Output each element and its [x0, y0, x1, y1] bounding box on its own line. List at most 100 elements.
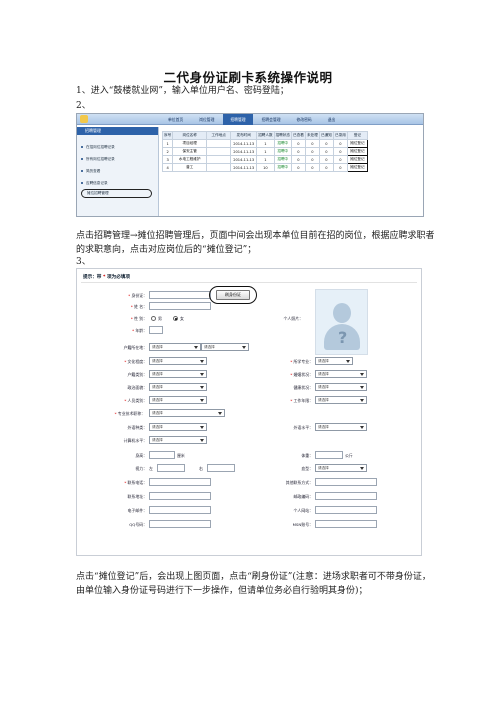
cell: 1: [256, 155, 275, 164]
foreign-level-select[interactable]: 请选择: [315, 423, 367, 431]
cell: 0: [318, 139, 334, 148]
computer-level-label: 计算机水平：: [123, 438, 147, 443]
hukou-city-select[interactable]: 请选择: [201, 343, 249, 351]
booth-registration-form-screenshot: 提示：带 * 项为必填项 身份证： 刷身份证 姓 名： 性 别： 男 女 年龄：…: [76, 268, 422, 556]
sidebar-item-resume-view[interactable]: 简历查看: [77, 165, 158, 177]
cell: 1: [161, 139, 174, 148]
col-status: 招聘状态: [273, 131, 292, 140]
table-row: 4 普工 2014-11-13 10 招聘中 0 0 0 0 摊位登记: [161, 163, 368, 172]
health-select[interactable]: 请选择: [315, 383, 367, 391]
work-years-select[interactable]: 请选择: [315, 396, 367, 404]
col-location: 工作地点: [206, 131, 232, 140]
cell: 2014-11-13: [230, 139, 258, 148]
nav-job-management[interactable]: 岗位管理: [192, 114, 221, 125]
work-years-label: 工作年限：: [265, 398, 313, 404]
marital-select[interactable]: 请选择: [315, 370, 367, 378]
homepage-input[interactable]: [315, 506, 377, 514]
political-label: 政治面貌：: [127, 385, 147, 390]
gender-male-label: 男: [158, 316, 162, 321]
table-header-row: 序号 岗位名称 工作地点 发布时间 招聘人数 招聘状态 已查看 未处理 已通知 …: [161, 131, 368, 140]
cell: 0: [304, 139, 320, 148]
foreign-language-select[interactable]: 请选择: [149, 423, 207, 431]
tech-title-select[interactable]: 请选择: [149, 409, 225, 417]
gender-female-radio[interactable]: [173, 316, 178, 321]
height-label: 身高：: [135, 453, 147, 458]
col-job-name: 岗位名称: [172, 131, 208, 140]
cell: 0: [304, 155, 320, 164]
msn-label: MSN账号：: [292, 522, 313, 527]
political-select[interactable]: 请选择: [149, 383, 207, 391]
health-label: 健康状况：: [293, 385, 313, 390]
cell: 4: [161, 163, 174, 172]
weight-input[interactable]: [315, 451, 343, 459]
postcode-label: 邮政编码：: [293, 494, 313, 499]
hukou-type-label: 户籍类别：: [127, 372, 147, 377]
recruitment-management-screenshot: 单位首页 岗位管理 招聘管理 招聘会管理 修改密码 退出 招聘管理 在招岗位招聘…: [76, 113, 424, 217]
col-hired: 已录用: [332, 131, 348, 140]
major-select[interactable]: 请选择: [315, 357, 353, 365]
height-input[interactable]: [149, 451, 175, 459]
education-select[interactable]: 请选择: [149, 357, 207, 365]
right-vision-input[interactable]: [207, 464, 235, 472]
name-input[interactable]: [149, 302, 211, 310]
gender-male-radio[interactable]: [151, 316, 156, 321]
blood-type-label: 血型：: [301, 466, 313, 471]
booth-register-link[interactable]: 摊位登记: [346, 147, 368, 156]
status-cell: 招聘中: [273, 163, 292, 172]
sidebar-item-booth-recruitment[interactable]: 摊位招聘管理: [81, 189, 152, 198]
nav-recruitment-management[interactable]: 招聘管理: [223, 114, 253, 125]
booth-register-link[interactable]: 摊位登记: [346, 163, 368, 172]
hukou-type-select[interactable]: 请选择: [149, 370, 207, 378]
computer-level-select[interactable]: 请选择: [149, 436, 207, 444]
sidebar-item-all-jobs[interactable]: 所有岗位招聘记录: [77, 153, 158, 165]
sidebar-item-current-jobs[interactable]: 在招岗位招聘记录: [77, 141, 158, 153]
cell: 普工: [172, 163, 208, 172]
nav-unit-home[interactable]: 单位首页: [161, 114, 190, 125]
cell: 0: [290, 155, 306, 164]
phone-label: 联系电话：: [89, 480, 147, 486]
col-notified: 已通知: [318, 131, 334, 140]
cell: [206, 155, 232, 164]
step-3-text: 点击“摊位登记”后，会出现上图页面，点击“刷身份证”(注意：进场求职者可不带身份…: [76, 572, 431, 596]
postcode-input[interactable]: [315, 492, 377, 500]
age-label: 年龄：: [89, 328, 147, 334]
hint-suffix: 项为必填项: [107, 275, 130, 280]
booth-register-link[interactable]: 摊位登记: [346, 155, 368, 164]
sidebar-item-application-records[interactable]: 应聘信息记录: [77, 177, 158, 189]
question-mark-icon: ?: [338, 328, 348, 347]
hukou-province-select[interactable]: 请选择: [149, 343, 201, 351]
nav-logout[interactable]: 退出: [321, 114, 343, 125]
photo-placeholder[interactable]: ?: [315, 289, 368, 355]
name-label: 姓 名：: [89, 304, 147, 310]
cell: 0: [332, 163, 348, 172]
cell: 3: [161, 155, 174, 164]
age-input[interactable]: [149, 326, 163, 334]
gender-female-label: 女: [180, 316, 184, 321]
person-category-select[interactable]: 请选择: [149, 396, 207, 404]
cell: [206, 147, 232, 156]
phone-input[interactable]: [149, 478, 211, 486]
cell: [206, 139, 232, 148]
id-card-input[interactable]: [149, 291, 211, 299]
education-label: 文化程度：: [89, 359, 147, 365]
email-input[interactable]: [149, 506, 211, 514]
booth-register-link[interactable]: 摊位登记: [346, 139, 368, 148]
other-contact-input[interactable]: [315, 478, 377, 486]
qq-input[interactable]: [149, 520, 211, 528]
left-vision-input[interactable]: [157, 464, 185, 472]
major-label: 所学专业：: [265, 359, 313, 365]
nav-job-fair-management[interactable]: 招聘会管理: [255, 114, 288, 125]
msn-input[interactable]: [315, 520, 377, 528]
step-3-label: 3、: [76, 257, 91, 267]
address-input[interactable]: [149, 492, 211, 500]
cell: 0: [318, 163, 334, 172]
blood-type-select[interactable]: 请选择: [315, 464, 367, 472]
scan-id-card-button[interactable]: 刷身份证: [216, 290, 250, 300]
status-cell: 招聘中: [273, 147, 292, 156]
cell: 项目经理: [172, 139, 208, 148]
marital-label: 婚姻状况：: [265, 372, 313, 378]
cell: 保安主管: [172, 147, 208, 156]
nav-change-password[interactable]: 修改密码: [290, 114, 319, 125]
col-publish-time: 发布时间: [230, 131, 258, 140]
cell: 0: [318, 147, 334, 156]
